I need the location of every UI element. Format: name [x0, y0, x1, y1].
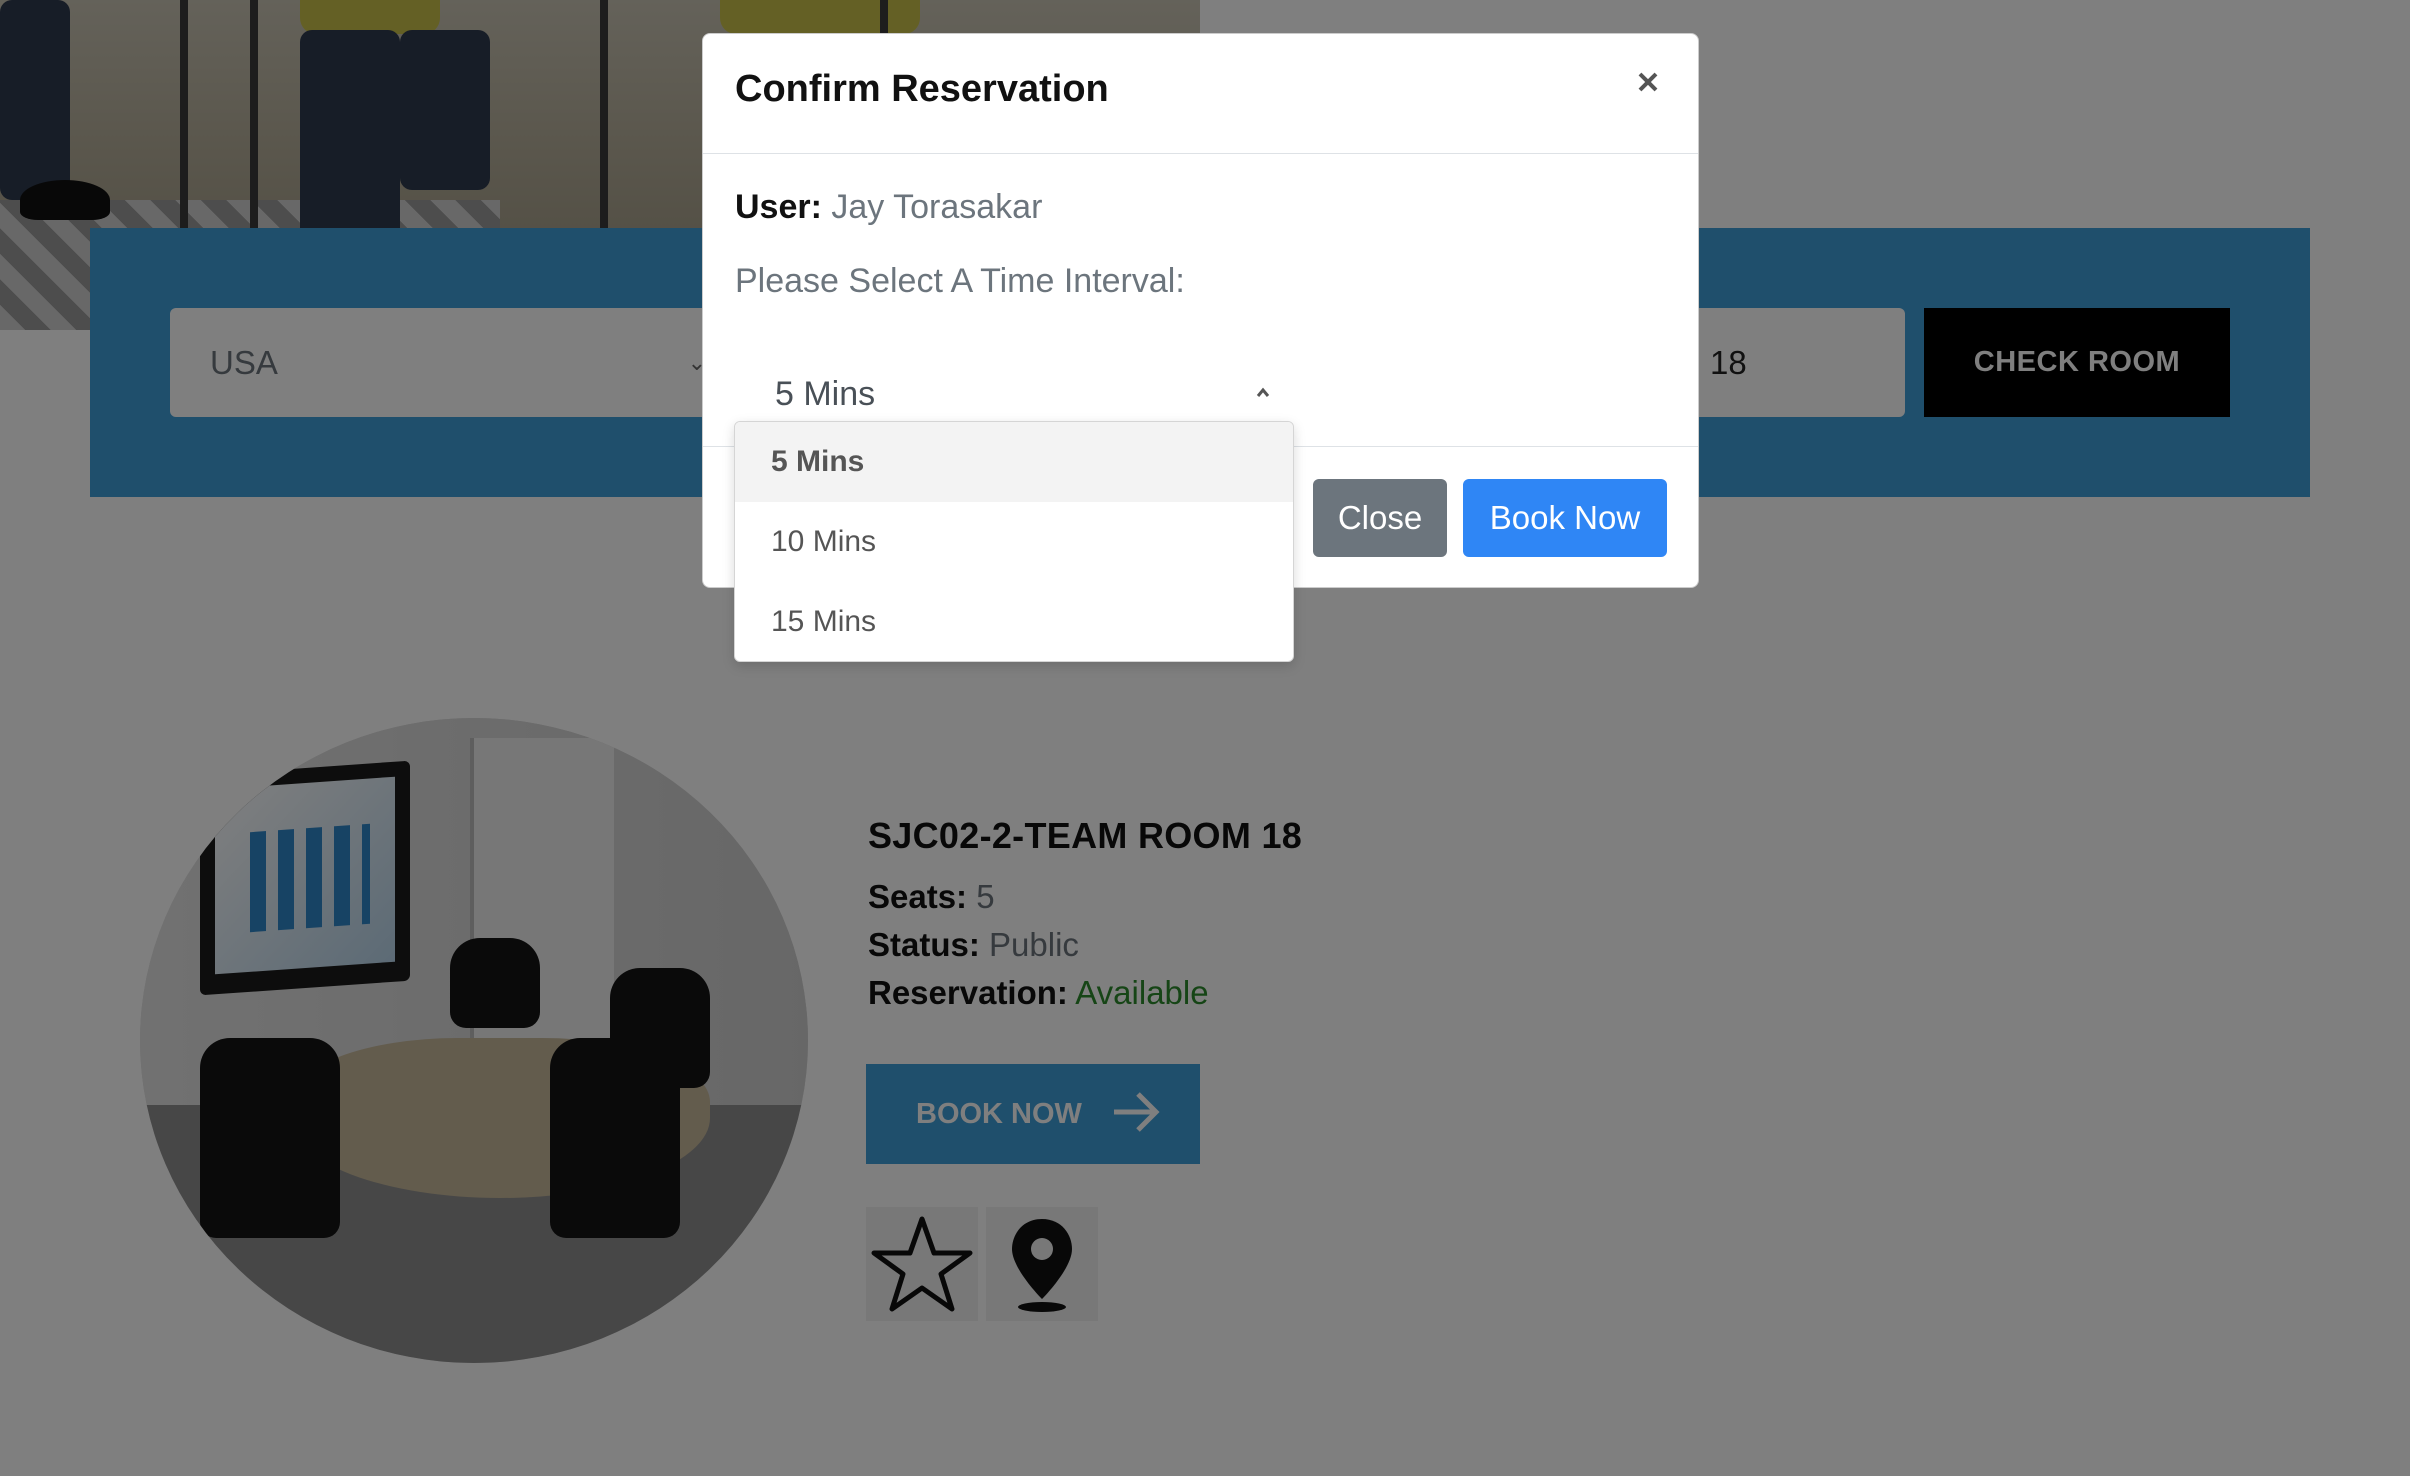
modal-close-footer-button[interactable]: Close — [1313, 479, 1447, 557]
chevron-up-icon — [1256, 387, 1270, 397]
close-icon — [1638, 72, 1658, 92]
modal-title: Confirm Reservation — [735, 68, 1109, 110]
modal-header: Confirm Reservation — [703, 34, 1698, 154]
user-label: User: — [735, 188, 822, 226]
time-interval-select-value: 5 Mins — [775, 375, 876, 413]
dropdown-option-15-mins[interactable]: 15 Mins — [735, 582, 1293, 661]
user-value: Jay Torasakar — [831, 188, 1043, 226]
dropdown-option-5-mins[interactable]: 5 Mins — [735, 422, 1293, 502]
interval-prompt: Please Select A Time Interval: — [735, 262, 1185, 300]
modal-book-now-button[interactable]: Book Now — [1463, 479, 1667, 557]
time-interval-dropdown: 5 Mins 10 Mins 15 Mins — [734, 421, 1294, 662]
user-line: User: Jay Torasakar — [735, 188, 1042, 227]
dropdown-option-10-mins[interactable]: 10 Mins — [735, 502, 1293, 582]
modal-close-button[interactable] — [1628, 62, 1668, 102]
